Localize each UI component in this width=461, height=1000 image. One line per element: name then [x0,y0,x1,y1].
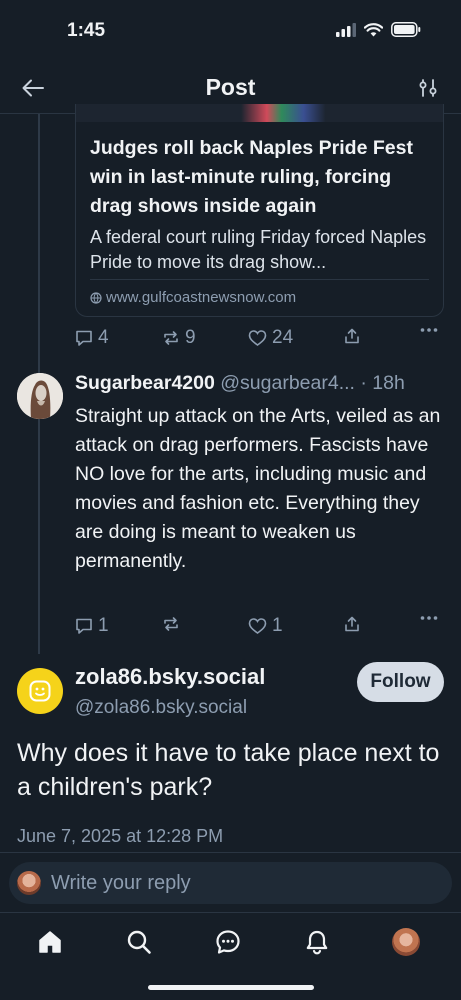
avatar[interactable] [17,668,63,714]
thread-settings-button[interactable] [415,74,441,102]
status-bar: 1:45 [0,0,461,62]
reply-post-text: Straight up attack on the Arts, veiled a… [75,405,441,572]
parent-post-actions: 4 9 24 [75,327,445,351]
tab-notifications[interactable] [302,927,332,957]
reply-button[interactable]: 4 [75,327,109,349]
globe-icon [90,291,102,304]
reply-count: 4 [98,327,109,348]
share-button[interactable] [343,615,361,633]
like-icon [248,618,267,634]
sliders-icon [419,79,437,97]
repost-count: 9 [185,327,196,348]
like-count: 24 [272,327,294,348]
avatar[interactable] [17,373,63,419]
status-icons [336,22,421,42]
tab-profile[interactable] [391,927,421,957]
author-handle[interactable]: @sugarbear4... [220,372,355,394]
bell-icon [306,930,328,955]
signal-icon [336,22,356,42]
reply-post-actions: 1 1 [75,615,445,639]
battery-icon [391,22,421,42]
avatar [392,928,420,956]
reply-composer[interactable]: Write your reply [9,862,452,904]
more-icon [420,616,438,620]
main-post-text: Why does it have to take place next to a… [17,739,440,801]
reply-count: 1 [98,615,109,636]
tab-search[interactable] [124,927,154,957]
card-description: A federal court ruling Friday forced Nap… [90,227,427,272]
post-time: · 18h [360,372,405,394]
search-icon [127,930,151,954]
card-image [76,104,443,122]
more-options-button[interactable] [420,327,438,333]
tab-chat[interactable] [213,927,243,957]
chat-icon [216,930,240,954]
repost-button[interactable]: 9 [162,327,196,349]
like-button[interactable]: 1 [248,615,283,637]
home-icon [39,931,61,953]
status-time: 1:45 [67,20,106,41]
follow-button[interactable]: Follow [357,662,444,702]
reply-post-header: Sugarbear4200 @sugarbear4... · 18h [75,372,447,395]
like-icon [248,330,267,346]
divider [0,852,461,853]
share-icon [345,328,359,344]
more-icon [420,328,438,332]
post-date: June 7, 2025 at 12:28 PM [17,826,224,846]
like-count: 1 [272,615,283,636]
page-title: Post [205,74,256,100]
repost-button[interactable] [162,615,180,633]
tab-home[interactable] [35,927,65,957]
author-handle[interactable]: @zola86.bsky.social [75,697,247,719]
like-button[interactable]: 24 [248,327,293,349]
card-divider [90,279,429,280]
avatar [17,871,41,895]
reply-input[interactable]: Write your reply [51,872,191,895]
card-title: Judges roll back Naples Pride Fest win i… [90,137,413,217]
link-preview-card[interactable]: Judges roll back Naples Pride Fest win i… [75,104,444,317]
author-display-name[interactable]: Sugarbear4200 [75,372,215,394]
home-indicator [148,985,314,990]
repost-icon [164,331,178,345]
share-button[interactable] [343,327,361,345]
reply-icon [76,618,92,634]
card-domain-text: www.gulfcoastnewsnow.com [106,289,297,306]
wifi-icon [363,22,384,42]
divider [0,912,461,913]
bottom-tab-bar [0,920,461,964]
card-domain: www.gulfcoastnewsnow.com [90,289,296,306]
more-options-button[interactable] [420,615,438,621]
smiley-icon [29,680,51,702]
share-icon [345,616,359,632]
author-display-name[interactable]: zola86.bsky.social [75,664,265,690]
reply-button[interactable]: 1 [75,615,109,637]
repost-icon [164,617,178,631]
reply-icon [76,330,92,346]
